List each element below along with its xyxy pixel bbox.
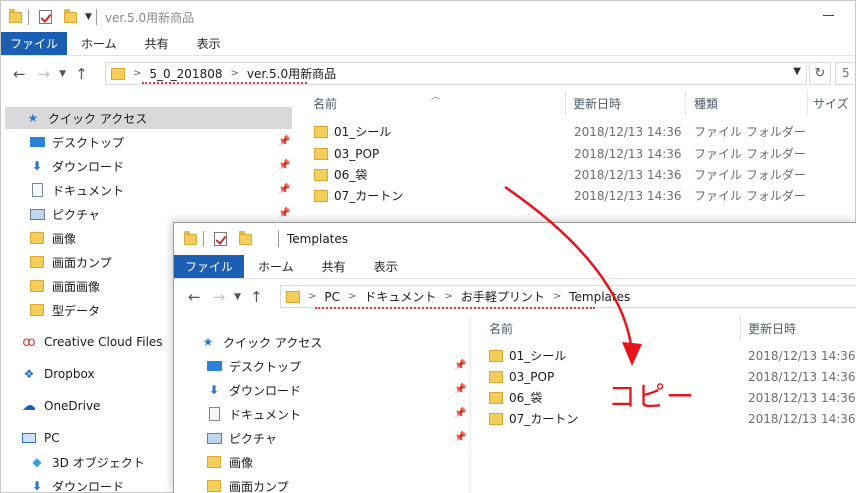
copy-arrow-annotation xyxy=(504,185,642,366)
copy-annotation-label: コピー xyxy=(608,380,696,413)
arrowhead xyxy=(622,342,642,366)
